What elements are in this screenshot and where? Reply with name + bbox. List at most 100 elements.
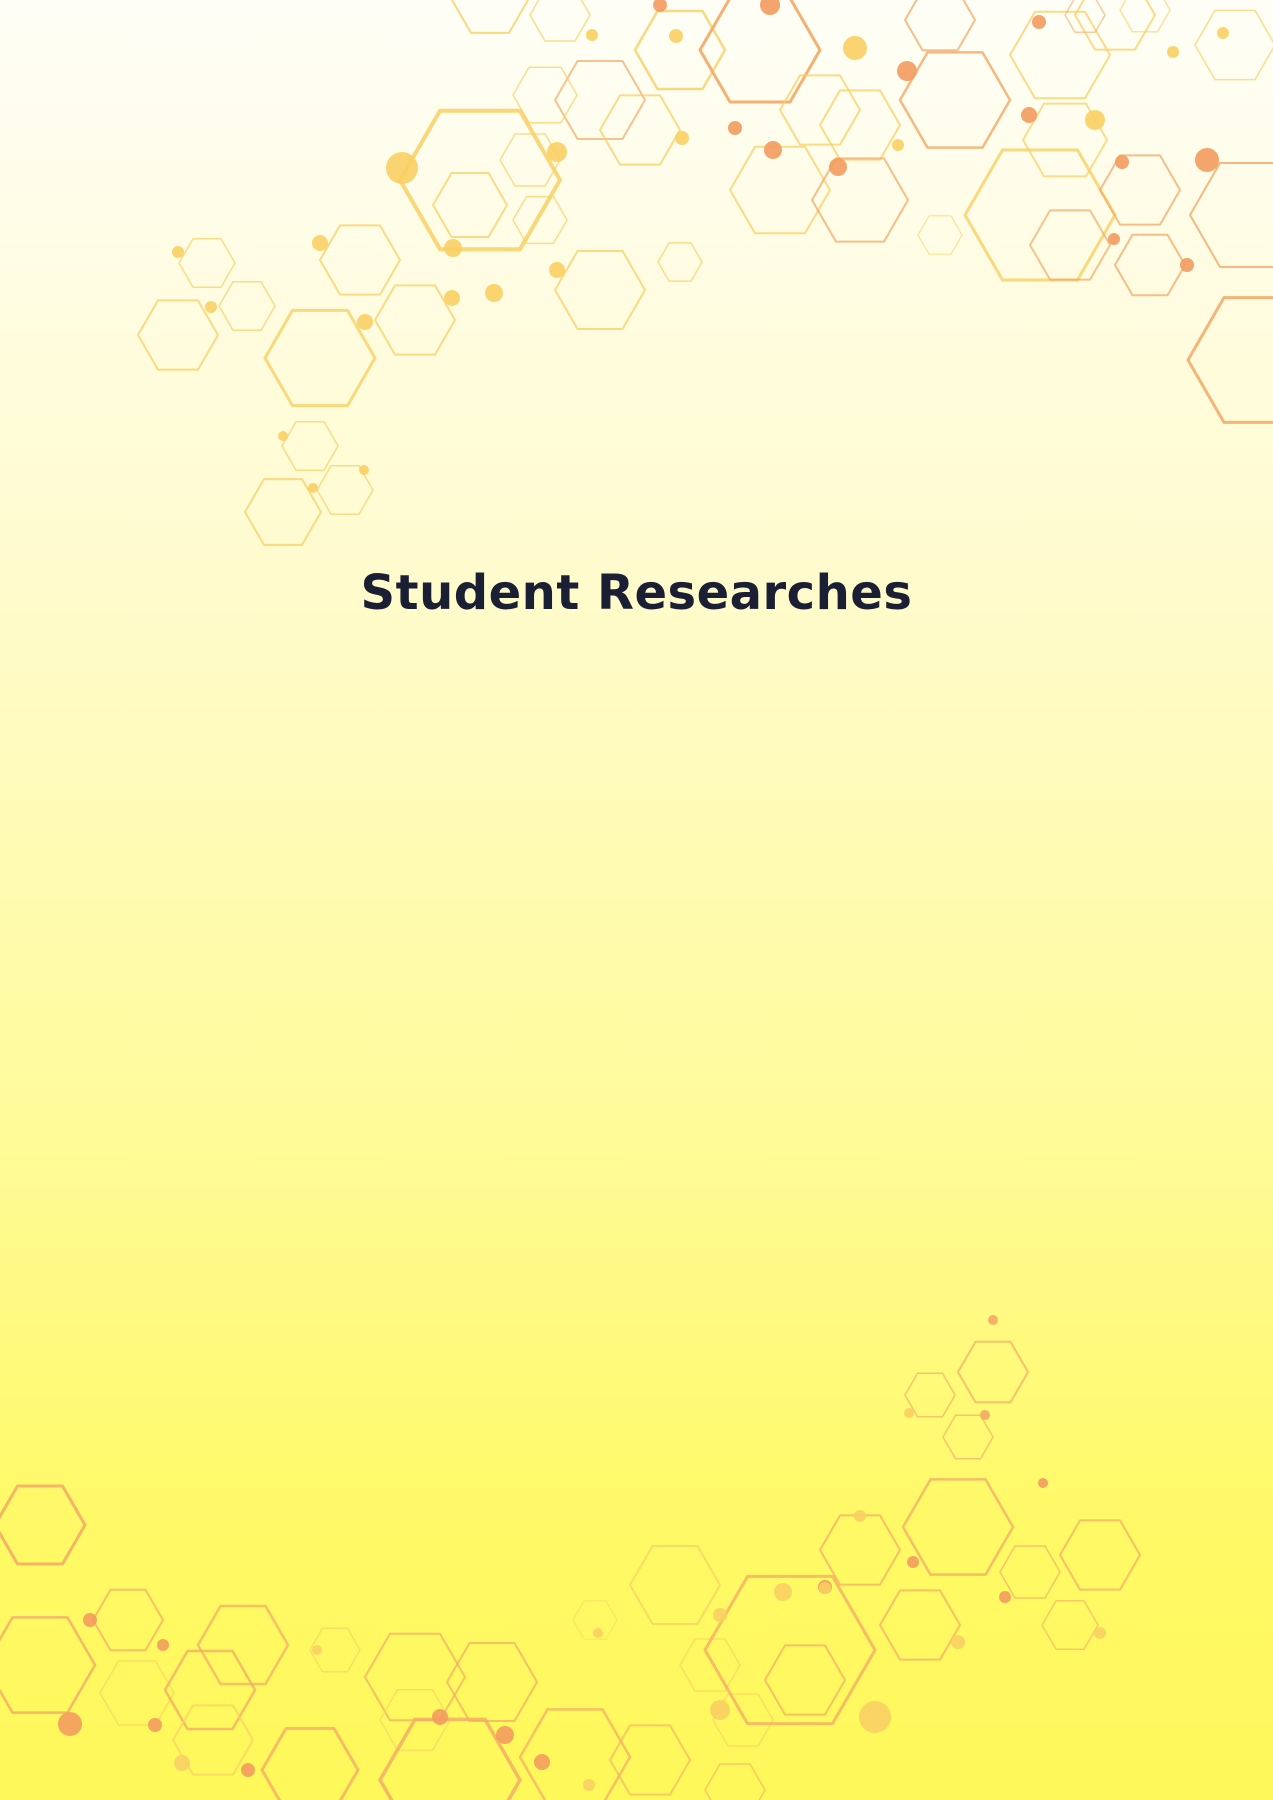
node-dot bbox=[148, 1718, 162, 1732]
node-dot bbox=[988, 1315, 998, 1325]
node-dot bbox=[675, 131, 689, 145]
node-dot bbox=[172, 246, 184, 258]
node-dot bbox=[174, 1755, 190, 1771]
node-dot bbox=[829, 158, 847, 176]
hexagon-shape bbox=[901, 1478, 1015, 1576]
node-dot bbox=[843, 36, 867, 60]
hexagon-shape bbox=[319, 224, 401, 296]
hexagon-shape bbox=[281, 421, 339, 471]
node-dot bbox=[713, 1608, 727, 1622]
node-dot bbox=[854, 1510, 866, 1522]
hexagon-shape bbox=[898, 51, 1012, 149]
hexagon-shape bbox=[163, 1649, 257, 1731]
node-dot bbox=[432, 1709, 448, 1725]
node-dot bbox=[485, 284, 503, 302]
hexagon-shape bbox=[811, 157, 909, 243]
hexagon-shape bbox=[1119, 0, 1171, 33]
node-dot bbox=[999, 1591, 1011, 1603]
node-dot bbox=[357, 314, 373, 330]
hexagon-shape bbox=[679, 1638, 741, 1692]
hexagon-layer bbox=[0, 0, 1273, 1800]
node-dot bbox=[586, 29, 598, 41]
node-dot bbox=[907, 1556, 919, 1568]
hexagon-shape bbox=[374, 284, 456, 356]
hexagon-shape bbox=[512, 195, 568, 245]
node-dot-layer bbox=[58, 0, 1229, 1791]
hexagon-shape bbox=[1009, 10, 1111, 100]
node-dot bbox=[444, 290, 460, 306]
hexagon-shape bbox=[1114, 233, 1186, 297]
hexagon-shape bbox=[904, 0, 976, 52]
hexagon-shape bbox=[218, 281, 276, 331]
node-dot bbox=[278, 431, 288, 441]
node-dot bbox=[1032, 15, 1046, 29]
hexagon-shape bbox=[178, 238, 236, 288]
hexagon-shape bbox=[1194, 9, 1273, 81]
node-dot bbox=[359, 465, 369, 475]
hexagon-shape bbox=[1074, 0, 1156, 51]
node-dot bbox=[897, 61, 917, 81]
hexagon-shape bbox=[554, 60, 646, 140]
node-dot bbox=[760, 0, 780, 15]
node-dot bbox=[1167, 46, 1179, 58]
node-dot bbox=[1094, 1627, 1106, 1639]
node-dot bbox=[819, 1582, 831, 1594]
hexagon-network-decoration bbox=[0, 0, 1273, 1800]
node-dot bbox=[547, 142, 567, 162]
hexagon-shape bbox=[819, 1514, 901, 1586]
hexagon-shape bbox=[1189, 162, 1273, 268]
node-dot bbox=[593, 1628, 603, 1638]
node-dot bbox=[1021, 107, 1037, 123]
node-dot bbox=[1038, 1478, 1048, 1488]
node-dot bbox=[83, 1613, 97, 1627]
page-title: Student Researches bbox=[360, 565, 913, 621]
node-dot bbox=[859, 1701, 891, 1733]
hexagon-shape bbox=[446, 1642, 538, 1722]
node-dot bbox=[157, 1639, 169, 1651]
hexagon-shape bbox=[1059, 1519, 1141, 1591]
node-dot bbox=[710, 1700, 730, 1720]
hexagon-shape bbox=[633, 9, 727, 91]
node-dot bbox=[58, 1712, 82, 1736]
hexagon-shape bbox=[729, 145, 831, 235]
hexagon-shape bbox=[704, 1763, 766, 1800]
hexagon-shape bbox=[942, 1414, 994, 1460]
hexagon-shape bbox=[1064, 0, 1106, 34]
node-dot bbox=[312, 235, 328, 251]
node-dot bbox=[1217, 27, 1229, 39]
hexagon-shape bbox=[260, 1726, 360, 1800]
hexagon-shape bbox=[0, 1484, 87, 1566]
hexagon-shape bbox=[99, 1660, 175, 1726]
node-dot bbox=[669, 29, 683, 43]
node-dot bbox=[241, 1763, 255, 1777]
hexagon-shape bbox=[779, 74, 861, 146]
hexagon-shape bbox=[1186, 296, 1273, 424]
hexagon-shape bbox=[629, 1545, 721, 1625]
hexagon-shape bbox=[957, 1340, 1029, 1404]
node-dot bbox=[444, 239, 462, 257]
hexagon-shape bbox=[599, 94, 681, 166]
node-dot bbox=[386, 152, 418, 184]
node-dot bbox=[1180, 258, 1194, 272]
node-dot bbox=[951, 1635, 965, 1649]
node-dot bbox=[904, 1408, 914, 1418]
hexagon-shape bbox=[999, 1545, 1061, 1599]
node-dot bbox=[534, 1754, 550, 1770]
hexagon-shape bbox=[819, 89, 901, 161]
hexagon-shape bbox=[92, 1588, 164, 1652]
hexagon-shape bbox=[196, 1604, 290, 1686]
hexagon-shape bbox=[917, 215, 963, 255]
node-dot bbox=[1085, 110, 1105, 130]
hexagon-shape bbox=[609, 1724, 691, 1796]
hexagon-shape bbox=[554, 250, 646, 330]
node-dot bbox=[1195, 148, 1219, 172]
node-dot bbox=[583, 1779, 595, 1791]
hexagon-shape bbox=[1099, 154, 1181, 226]
hexagon-shape bbox=[398, 108, 562, 252]
hexagon-shape bbox=[451, 0, 529, 34]
hexagon-shape bbox=[698, 0, 822, 104]
node-dot bbox=[549, 262, 565, 278]
node-dot bbox=[980, 1410, 990, 1420]
hexagon-shape bbox=[764, 1644, 846, 1716]
node-dot bbox=[774, 1583, 792, 1601]
